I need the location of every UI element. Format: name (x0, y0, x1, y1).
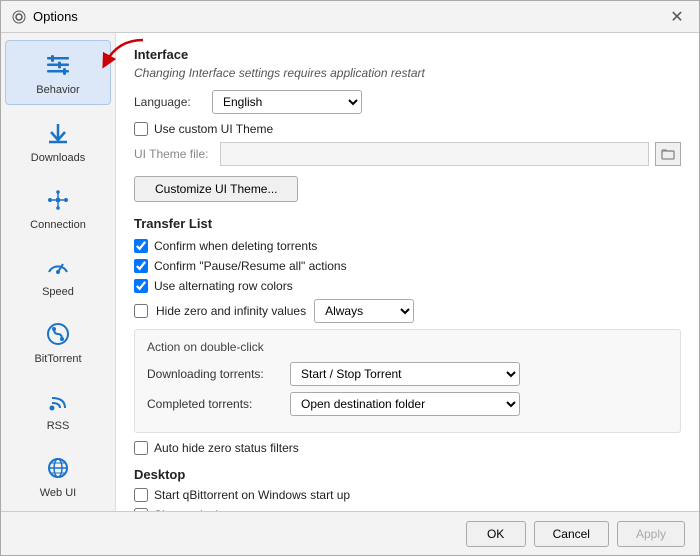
auto-hide-checkbox[interactable] (134, 441, 148, 455)
downloads-icon (42, 117, 74, 149)
completed-label: Completed torrents: (147, 397, 282, 411)
use-custom-theme-checkbox[interactable] (134, 122, 148, 136)
speed-label: Speed (42, 286, 74, 298)
hide-zero-checkbox[interactable] (134, 304, 148, 318)
webui-label: Web UI (40, 487, 76, 499)
main-panel: Interface Changing Interface settings re… (116, 33, 699, 511)
bittorrent-icon (42, 318, 74, 350)
confirm-delete-row: Confirm when deleting torrents (134, 239, 681, 253)
completed-torrents-row: Completed torrents: Open destination fol… (147, 392, 668, 416)
sidebar-item-webui[interactable]: Web UI (5, 444, 111, 507)
ok-button[interactable]: OK (466, 521, 526, 547)
apply-button[interactable]: Apply (617, 521, 685, 547)
sidebar-item-downloads[interactable]: Downloads (5, 109, 111, 172)
action-title: Action on double-click (147, 340, 668, 354)
sidebar-item-behavior[interactable]: Behavior (5, 40, 111, 105)
hide-zero-label: Hide zero and infinity values (156, 304, 306, 318)
options-window: Options ✕ (0, 0, 700, 556)
browse-button[interactable] (655, 142, 681, 166)
options-icon (11, 9, 27, 25)
connection-label: Connection (30, 219, 86, 231)
rss-icon (42, 385, 74, 417)
cancel-button[interactable]: Cancel (534, 521, 609, 547)
hide-zero-row: Hide zero and infinity values Always (134, 299, 681, 323)
sidebar-item-rss[interactable]: RSS (5, 377, 111, 440)
alternating-rows-row: Use alternating row colors (134, 279, 681, 293)
downloading-select[interactable]: Start / Stop Torrent (290, 362, 520, 386)
completed-select[interactable]: Open destination folder (290, 392, 520, 416)
footer: OK Cancel Apply (1, 511, 699, 555)
interface-title: Interface (134, 47, 681, 62)
start-qbittorrent-checkbox[interactable] (134, 488, 148, 502)
confirm-pause-checkbox[interactable] (134, 259, 148, 273)
language-row: Language: English (134, 90, 681, 114)
confirm-delete-label: Confirm when deleting torrents (154, 239, 317, 253)
ui-theme-file-input[interactable] (220, 142, 649, 166)
transfer-list-title: Transfer List (134, 216, 681, 231)
auto-hide-row: Auto hide zero status filters (134, 441, 681, 455)
sidebar-item-connection[interactable]: Connection (5, 176, 111, 239)
folder-icon (661, 147, 675, 161)
webui-icon (42, 452, 74, 484)
downloads-label: Downloads (31, 152, 85, 164)
alternating-rows-checkbox[interactable] (134, 279, 148, 293)
use-custom-theme-label: Use custom UI Theme (154, 122, 273, 136)
language-select[interactable]: English (212, 90, 362, 114)
customize-ui-theme-button[interactable]: Customize UI Theme... (134, 176, 298, 202)
always-select[interactable]: Always (314, 299, 414, 323)
sidebar-item-bittorrent[interactable]: BitTorrent (5, 310, 111, 373)
action-on-doubleclick-section: Action on double-click Downloading torre… (134, 329, 681, 433)
confirm-pause-row: Confirm "Pause/Resume all" actions (134, 259, 681, 273)
sidebar-item-speed[interactable]: Speed (5, 243, 111, 306)
downloading-torrents-row: Downloading torrents: Start / Stop Torre… (147, 362, 668, 386)
bittorrent-label: BitTorrent (34, 353, 81, 365)
behavior-icon (42, 49, 74, 81)
rss-label: RSS (47, 420, 70, 432)
title-text: Options (33, 9, 78, 24)
alternating-rows-label: Use alternating row colors (154, 279, 293, 293)
start-qbittorrent-label: Start qBittorrent on Windows start up (154, 488, 350, 502)
connection-icon (42, 184, 74, 216)
title-bar-left: Options (11, 9, 78, 25)
behavior-label: Behavior (36, 84, 79, 96)
use-custom-theme-row: Use custom UI Theme (134, 122, 681, 136)
speed-icon (42, 251, 74, 283)
ui-theme-file-row: UI Theme file: (134, 142, 681, 166)
sidebar: Behavior Downloads (1, 33, 116, 511)
ui-theme-file-label: UI Theme file: (134, 147, 214, 161)
content-area: Behavior Downloads (1, 33, 699, 511)
transfer-list-section: Confirm when deleting torrents Confirm "… (134, 239, 681, 323)
title-bar: Options ✕ (1, 1, 699, 33)
downloading-label: Downloading torrents: (147, 367, 282, 381)
desktop-title: Desktop (134, 467, 681, 482)
confirm-pause-label: Confirm "Pause/Resume all" actions (154, 259, 347, 273)
confirm-delete-checkbox[interactable] (134, 239, 148, 253)
close-button[interactable]: ✕ (665, 5, 689, 29)
auto-hide-label: Auto hide zero status filters (154, 441, 299, 455)
interface-subtitle: Changing Interface settings requires app… (134, 66, 681, 80)
language-label: Language: (134, 95, 204, 109)
desktop-section: Start qBittorrent on Windows start up Sh… (134, 488, 681, 511)
start-qbittorrent-row: Start qBittorrent on Windows start up (134, 488, 681, 502)
